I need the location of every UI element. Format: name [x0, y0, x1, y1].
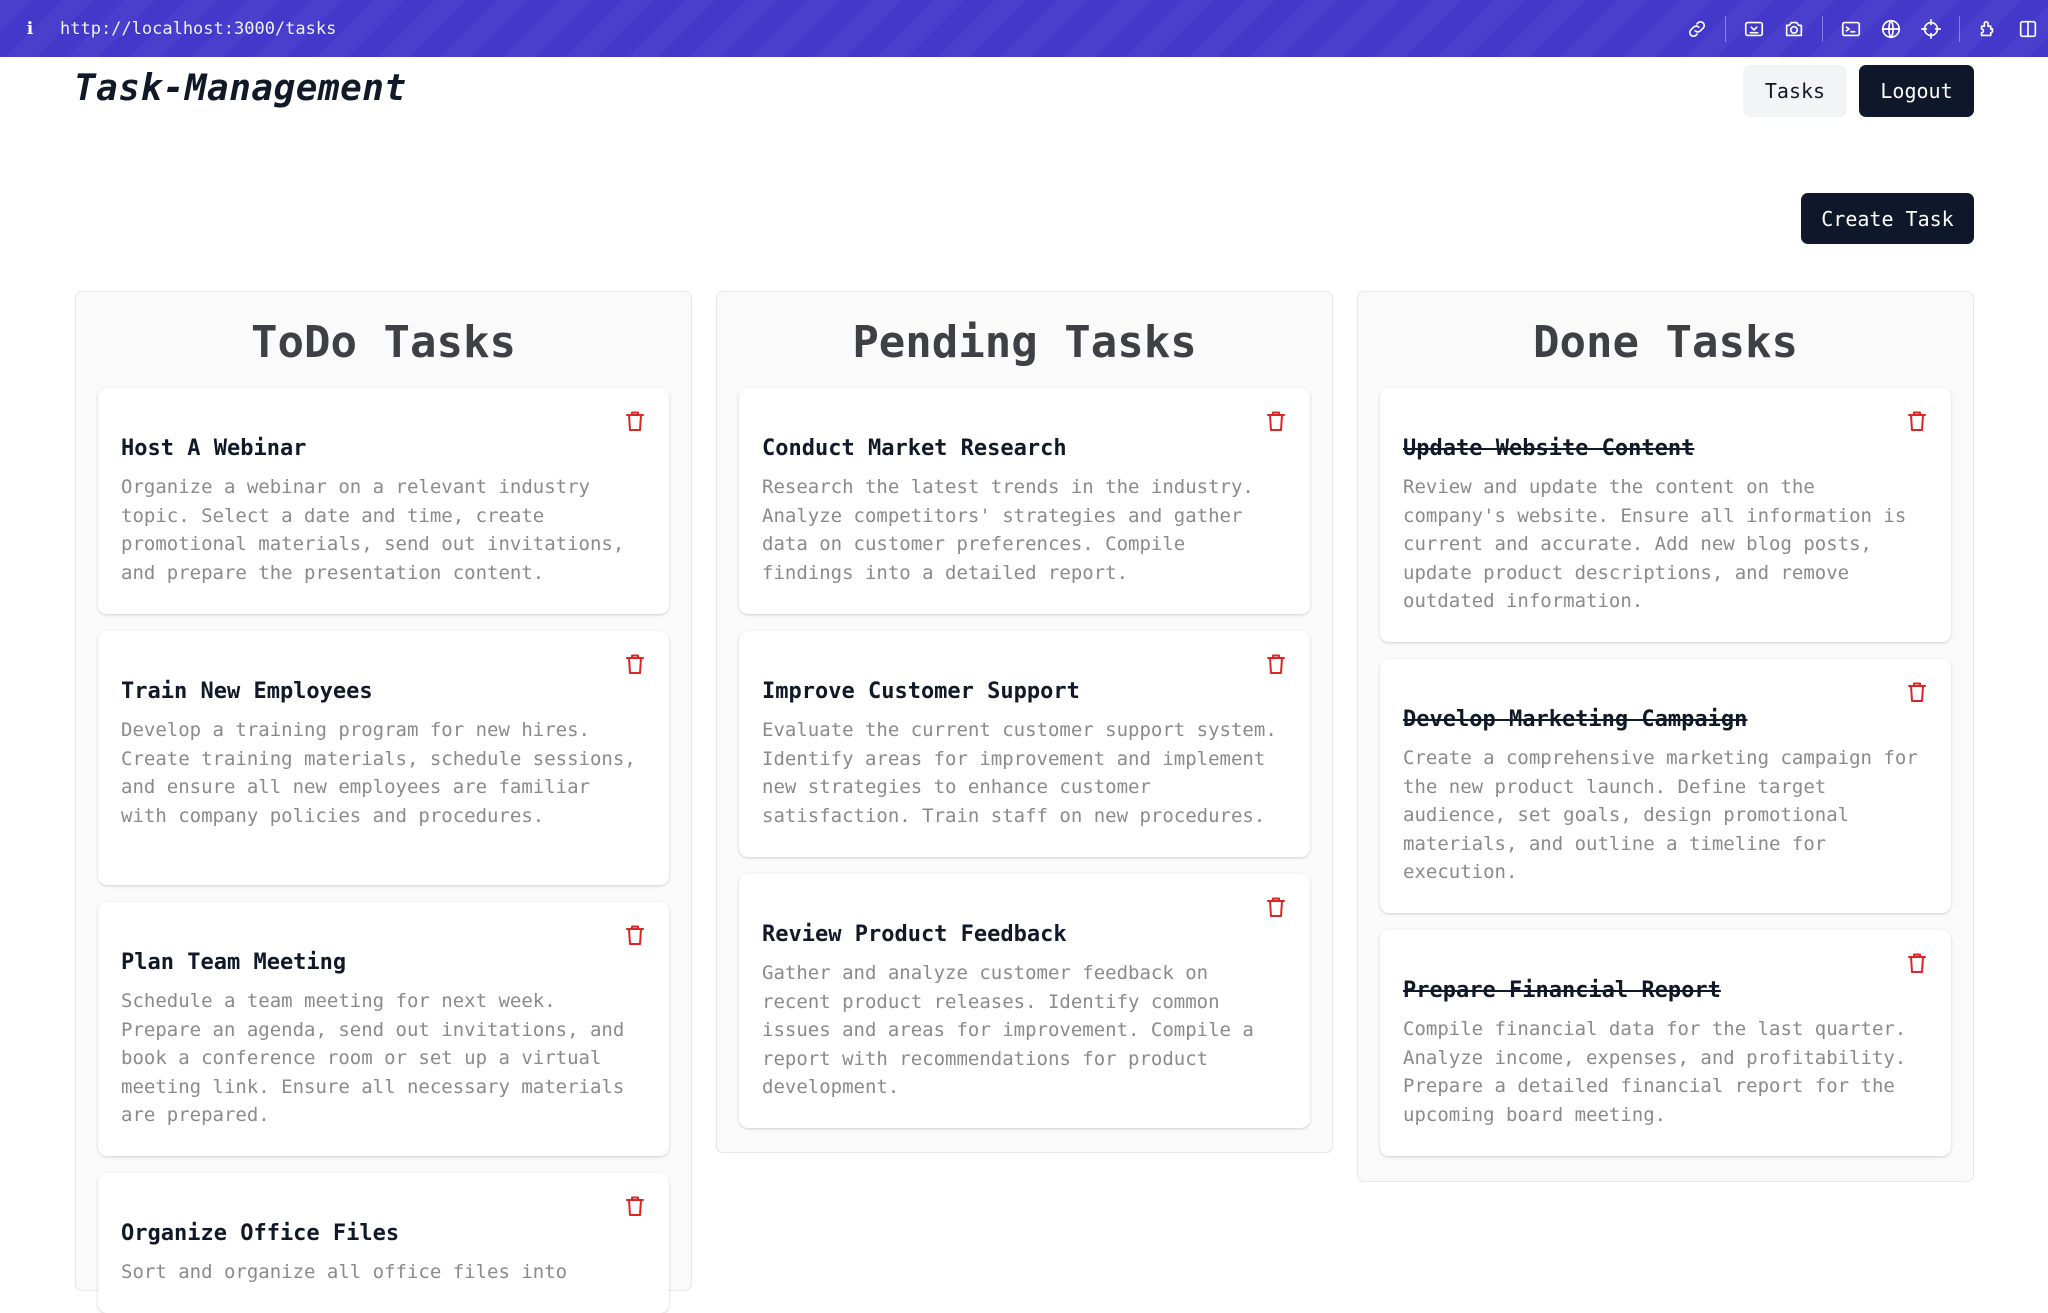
task-title: Train New Employees — [121, 679, 373, 704]
todo-column: ToDo Tasks Host A Webinar Organize a web… — [75, 291, 692, 1313]
crosshair-icon[interactable] — [1911, 0, 1951, 57]
task-card[interactable]: Host A Webinar Organize a webinar on a r… — [98, 388, 669, 614]
task-description: Sort and organize all office files into — [121, 1261, 568, 1283]
task-description: Evaluate the current customer support sy… — [762, 719, 1277, 827]
todo-column-title: ToDo Tasks — [251, 317, 516, 368]
toolbar-divider — [1822, 15, 1823, 42]
task-card[interactable]: Organize Office Files Sort and organize … — [98, 1173, 669, 1313]
delete-task-icon[interactable] — [625, 1195, 645, 1217]
sidebar-icon[interactable] — [2008, 0, 2048, 57]
task-card[interactable]: Prepare Financial Report Compile financi… — [1380, 930, 1951, 1156]
browser-toolbar: i http://localhost:3000/tasks — [0, 0, 2048, 57]
task-card[interactable]: Review Product Feedback Gather and analy… — [739, 874, 1310, 1128]
task-description: Develop a training program for new hires… — [121, 719, 636, 827]
delete-task-icon[interactable] — [625, 924, 645, 946]
delete-task-icon[interactable] — [1907, 952, 1927, 974]
task-title: Conduct Market Research — [762, 436, 1067, 461]
extension-icon[interactable] — [1968, 0, 2008, 57]
tasks-nav-button[interactable]: Tasks — [1743, 65, 1847, 117]
browser-toolbar-icons — [1677, 0, 2048, 57]
task-title: Host A Webinar — [121, 436, 307, 461]
delete-task-icon[interactable] — [1266, 653, 1286, 675]
task-title: Develop Marketing Campaign — [1403, 707, 1748, 732]
globe-icon[interactable] — [1871, 0, 1911, 57]
toolbar-divider — [1959, 15, 1960, 42]
task-card[interactable]: Update Website Content Review and update… — [1380, 388, 1951, 642]
link-icon[interactable] — [1677, 0, 1717, 57]
done-column-title: Done Tasks — [1533, 317, 1798, 368]
task-title: Improve Customer Support — [762, 679, 1080, 704]
delete-task-icon[interactable] — [1266, 896, 1286, 918]
task-description: Compile financial data for the last quar… — [1403, 1018, 1907, 1126]
task-card[interactable]: Plan Team Meeting Schedule a team meetin… — [98, 902, 669, 1156]
delete-task-icon[interactable] — [625, 653, 645, 675]
task-description: Gather and analyze customer feedback on … — [762, 962, 1254, 1098]
task-title: Update Website Content — [1403, 436, 1695, 461]
camera-icon[interactable] — [1774, 0, 1814, 57]
task-description: Schedule a team meeting for next week. P… — [121, 990, 625, 1126]
delete-task-icon[interactable] — [1907, 410, 1927, 432]
info-icon[interactable]: i — [0, 19, 60, 39]
logout-button[interactable]: Logout — [1859, 65, 1974, 117]
task-card[interactable]: Develop Marketing Campaign Create a comp… — [1380, 659, 1951, 913]
terminal-icon[interactable] — [1831, 0, 1871, 57]
task-title: Organize Office Files — [121, 1221, 400, 1246]
toolbar-divider — [1725, 15, 1726, 42]
app-brand-title: Task-Management — [74, 68, 407, 109]
pending-column-title: Pending Tasks — [852, 317, 1197, 368]
task-card[interactable]: Conduct Market Research Research the lat… — [739, 388, 1310, 614]
task-title: Review Product Feedback — [762, 922, 1067, 947]
delete-task-icon[interactable] — [1907, 681, 1927, 703]
task-card[interactable]: Improve Customer Support Evaluate the cu… — [739, 631, 1310, 857]
task-description: Create a comprehensive marketing campaig… — [1403, 747, 1918, 883]
delete-task-icon[interactable] — [625, 410, 645, 432]
done-column: Done Tasks Update Website Content Review… — [1357, 291, 1974, 1182]
task-title: Prepare Financial Report — [1403, 978, 1721, 1003]
task-description: Organize a webinar on a relevant industr… — [121, 476, 625, 584]
task-description: Review and update the content on the com… — [1403, 476, 1907, 612]
task-description: Research the latest trends in the indust… — [762, 476, 1254, 584]
task-card[interactable]: Train New Employees Develop a training p… — [98, 631, 669, 885]
delete-task-icon[interactable] — [1266, 410, 1286, 432]
task-title: Plan Team Meeting — [121, 950, 347, 975]
inspect-icon[interactable] — [1734, 0, 1774, 57]
address-bar-url[interactable]: http://localhost:3000/tasks — [60, 19, 336, 39]
pending-column: Pending Tasks Conduct Market Research Re… — [716, 291, 1333, 1153]
create-task-button[interactable]: Create Task — [1801, 193, 1974, 244]
